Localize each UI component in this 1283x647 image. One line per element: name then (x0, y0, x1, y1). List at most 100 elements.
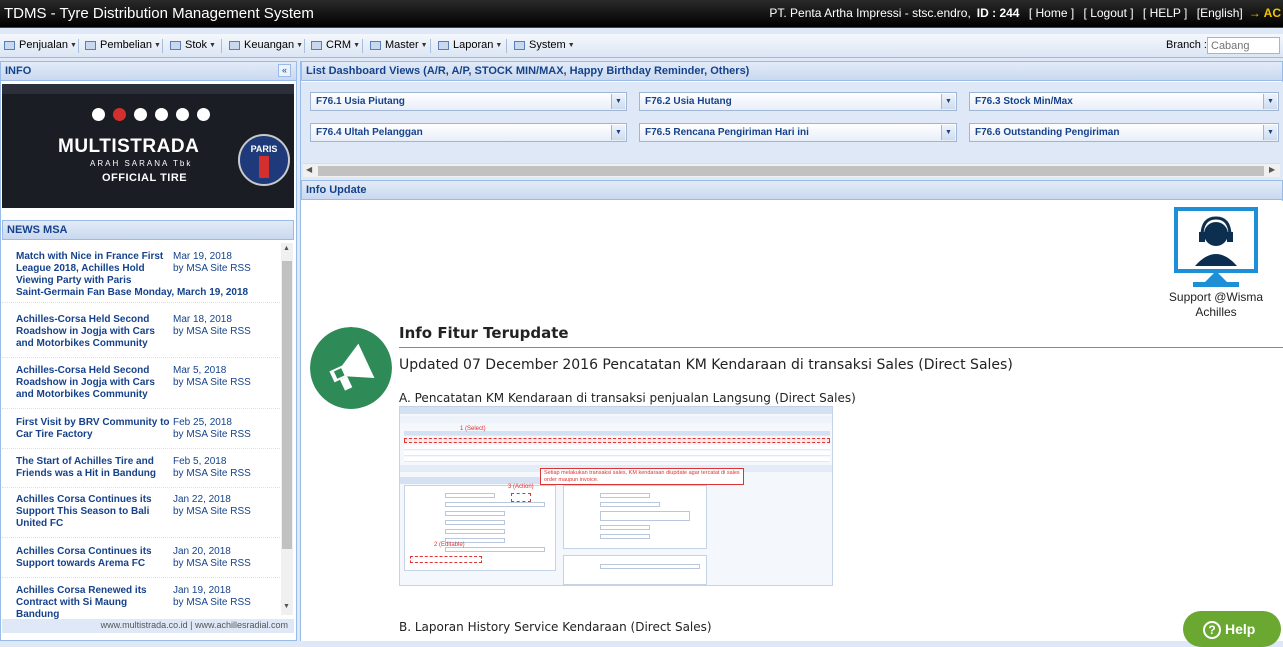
scroll-right-icon[interactable]: ▶ (1269, 165, 1275, 174)
news-item[interactable]: Achilles Corsa Continues its Support Thi… (2, 494, 280, 538)
combo-stock-min-max[interactable]: F76.3 Stock Min/Max ▼ (969, 92, 1279, 111)
combo-ultah-pelanggan[interactable]: F76.4 Ultah Pelanggan ▼ (310, 123, 627, 142)
combo-label: F76.1 Usia Piutang (316, 96, 405, 107)
scroll-left-icon[interactable]: ◀ (306, 165, 312, 174)
news-source: by MSA Site RSS (173, 597, 251, 608)
menu-stok[interactable]: Stok ▼ (170, 39, 216, 51)
news-meta: Mar 5, 2018 by MSA Site RSS (173, 365, 273, 389)
dropdown-icon[interactable]: ▼ (1263, 125, 1277, 140)
company-user-label: PT. Penta Artha Impressi - stsc.endro, (769, 6, 971, 20)
news-title[interactable]: First Visit by BRV Community to Car Tire… (16, 417, 170, 441)
news-title[interactable]: Achilles Corsa Continues its Support tow… (16, 546, 170, 570)
feature-screenshot: 1 (Select) Setiap melakukan transaksi sa… (399, 406, 833, 586)
news-meta: Mar 18, 2018 by MSA Site RSS (173, 314, 273, 338)
menu-laporan[interactable]: Laporan ▼ (438, 39, 502, 51)
menu-icon (85, 40, 96, 50)
news-footer-links[interactable]: www.multistrada.co.id | www.achillesradi… (2, 619, 294, 633)
menu-penjualan[interactable]: Penjualan ▼ (4, 39, 77, 51)
support-headset-icon[interactable] (1173, 206, 1259, 292)
combo-outstanding-pengiriman[interactable]: F76.6 Outstanding Pengiriman ▼ (969, 123, 1279, 142)
news-scrollbar[interactable]: ▲ ▼ (281, 243, 293, 615)
news-title[interactable]: The Start of Achilles Tire and Friends w… (16, 456, 170, 480)
news-date: Feb 25, 2018 (173, 417, 232, 428)
screenshot-info-box (563, 555, 707, 585)
caret-down-icon: ▼ (296, 41, 304, 49)
screenshot-field (445, 529, 505, 534)
menu-icon (170, 40, 181, 50)
branch-label: Branch : (1166, 39, 1207, 51)
scroll-thumb[interactable] (318, 166, 1264, 176)
support-label[interactable]: Support @Wisma Achilles (1160, 290, 1272, 320)
title-bar: TDMS - Tyre Distribution Management Syst… (0, 0, 1283, 28)
menu-master[interactable]: Master ▼ (370, 39, 428, 51)
dropdown-icon[interactable]: ▼ (1263, 94, 1277, 109)
news-title[interactable]: Achilles-Corsa Held Second Roadshow in J… (16, 314, 170, 350)
screenshot-grid-row (404, 457, 830, 462)
news-source: by MSA Site RSS (173, 558, 251, 569)
carousel-dot[interactable] (197, 108, 210, 121)
home-link[interactable]: [ Home ] (1029, 6, 1074, 20)
branch-input[interactable] (1207, 37, 1280, 54)
dropdown-icon[interactable]: ▼ (941, 94, 955, 109)
menu-pembelian[interactable]: Pembelian ▼ (85, 39, 161, 51)
news-title[interactable]: Match with Nice in France First League 2… (16, 251, 170, 287)
help-label: Help (1225, 621, 1256, 637)
news-item[interactable]: Achilles-Corsa Held Second Roadshow in J… (2, 314, 280, 358)
collapse-panel-button[interactable]: « (278, 64, 291, 77)
screenshot-field (600, 525, 650, 530)
language-arrow: → AC (1248, 6, 1281, 20)
news-item[interactable]: Achilles-Corsa Held Second Roadshow in J… (2, 365, 280, 409)
megaphone-icon (310, 327, 392, 409)
menu-crm[interactable]: CRM ▼ (311, 39, 360, 51)
carousel-dot[interactable] (92, 108, 105, 121)
news-item[interactable]: Match with Nice in France First League 2… (2, 251, 280, 303)
dashboard-hscrollbar[interactable]: ◀ ▶ (303, 163, 1280, 177)
carousel-dot[interactable] (113, 108, 126, 121)
combo-usia-hutang[interactable]: F76.2 Usia Hutang ▼ (639, 92, 957, 111)
menu-label: Stok (185, 39, 208, 51)
dropdown-icon[interactable]: ▼ (611, 125, 625, 140)
news-item[interactable]: The Start of Achilles Tire and Friends w… (2, 456, 280, 488)
app-title: TDMS - Tyre Distribution Management Syst… (4, 5, 314, 22)
screenshot-field (600, 493, 650, 498)
carousel-dots (92, 108, 210, 121)
combo-label: F76.6 Outstanding Pengiriman (975, 127, 1120, 138)
question-icon: ? (1203, 621, 1221, 639)
info-updated-text: Updated 07 December 2016 Pencatatan KM K… (399, 357, 1013, 373)
news-date: Mar 19, 2018 (173, 251, 232, 262)
screenshot-label-action: 3 (Action) (508, 484, 534, 490)
menu-keuangan[interactable]: Keuangan ▼ (229, 39, 303, 51)
news-title[interactable]: Achilles Corsa Renewed its Contract with… (16, 585, 170, 620)
screenshot-field (445, 493, 495, 498)
carousel-dot[interactable] (134, 108, 147, 121)
menu-icon (438, 40, 449, 50)
help-button[interactable]: ? Help (1183, 611, 1281, 647)
scroll-down-icon[interactable]: ▼ (283, 603, 290, 610)
carousel-dot[interactable] (176, 108, 189, 121)
scroll-thumb[interactable] (282, 261, 292, 549)
menu-icon (514, 40, 525, 50)
menu-system[interactable]: System ▼ (514, 39, 575, 51)
news-item[interactable]: Achilles Corsa Continues its Support tow… (2, 546, 280, 578)
combo-usia-piutang[interactable]: F76.1 Usia Piutang ▼ (310, 92, 627, 111)
caret-down-icon: ▼ (353, 41, 360, 49)
scroll-up-icon[interactable]: ▲ (283, 245, 290, 252)
logout-link[interactable]: [ Logout ] (1084, 6, 1134, 20)
club-name: PARIS (250, 144, 278, 154)
combo-label: F76.5 Rencana Pengiriman Hari ini (645, 127, 809, 138)
screenshot-label-editable: 2 (Editable) (434, 542, 465, 548)
news-source: by MSA Site RSS (173, 429, 251, 440)
combo-rencana-pengiriman[interactable]: F76.5 Rencana Pengiriman Hari ini ▼ (639, 123, 957, 142)
news-title-continued[interactable]: Saint-Germain Fan Base Monday, March 19,… (16, 287, 276, 299)
help-link[interactable]: [ HELP ] (1143, 6, 1187, 20)
dropdown-icon[interactable]: ▼ (611, 94, 625, 109)
news-title[interactable]: Achilles-Corsa Held Second Roadshow in J… (16, 365, 170, 401)
carousel-dot[interactable] (155, 108, 168, 121)
dropdown-icon[interactable]: ▼ (941, 125, 955, 140)
news-date: Jan 22, 2018 (173, 494, 231, 505)
news-item[interactable]: Achilles Corsa Renewed its Contract with… (2, 585, 280, 620)
news-item[interactable]: First Visit by BRV Community to Car Tire… (2, 417, 280, 449)
news-title[interactable]: Achilles Corsa Continues its Support Thi… (16, 494, 170, 530)
language-link[interactable]: [English] (1197, 6, 1243, 20)
news-list: Match with Nice in France First League 2… (2, 242, 280, 620)
